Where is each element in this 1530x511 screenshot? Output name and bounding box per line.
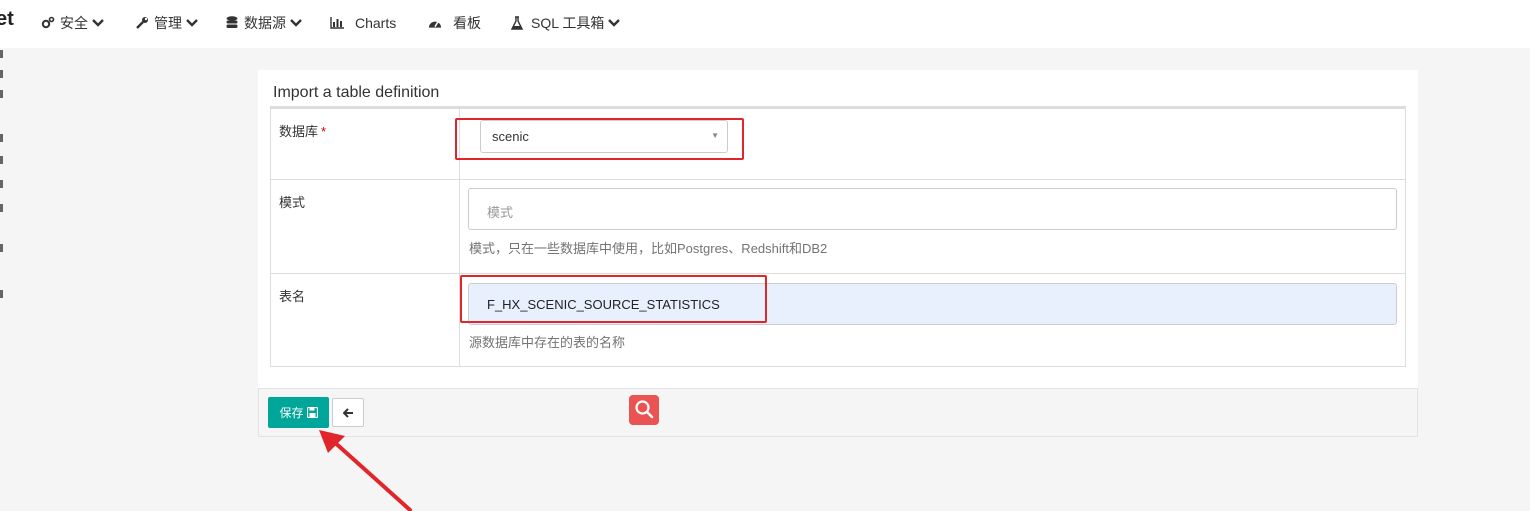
bar-chart-icon <box>330 16 344 30</box>
schema-help-text: 模式，只在一些数据库中使用，比如Postgres、Redshift和DB2 <box>469 241 828 256</box>
database-icon <box>225 16 239 30</box>
dashboard-icon <box>428 16 442 30</box>
table-name-label: 表名 <box>271 274 460 367</box>
form-row-database: 数据库 * scenic ▼ <box>271 109 1405 180</box>
save-button-label: 保存 <box>279 406 304 420</box>
search-floating-button[interactable] <box>629 395 659 425</box>
nav-item-label: SQL 工具箱 <box>531 15 605 31</box>
top-navbar: et 安全 管理 数据源 Charts 看板 SQL 工具箱 <box>0 0 1530 48</box>
nav-item-label: 看板 <box>453 15 481 31</box>
annotation-highlight-database <box>455 118 744 160</box>
nav-item-label: 数据源 <box>244 15 286 31</box>
database-label: 数据库 * <box>271 109 460 179</box>
import-table-panel: Import a table definition 数据库 * scenic ▼ … <box>258 70 1418 388</box>
floppy-disk-icon <box>306 407 318 418</box>
table-name-label-text: 表名 <box>279 289 306 304</box>
schema-label-text: 模式 <box>279 195 306 210</box>
brand-logo-text[interactable]: et <box>0 8 14 31</box>
wrench-icon <box>135 16 149 30</box>
nav-item-datasources[interactable]: 数据源 <box>225 13 302 33</box>
nav-item-label: Charts <box>355 15 397 31</box>
nav-item-manage[interactable]: 管理 <box>135 13 198 33</box>
search-icon <box>634 399 654 422</box>
nav-item-label: 安全 <box>60 15 88 31</box>
table-name-help-text: 源数据库中存在的表的名称 <box>469 335 626 350</box>
nav-item-security[interactable]: 安全 <box>41 13 104 33</box>
annotation-arrow <box>310 420 420 511</box>
chevron-down-icon <box>186 17 198 29</box>
schema-input-placeholder: 模式 <box>487 205 514 220</box>
database-label-text: 数据库 <box>279 124 319 139</box>
nav-item-dashboards[interactable]: 看板 <box>428 13 481 33</box>
form-row-table-name: 表名 F_HX_SCENIC_SOURCE_STATISTICS 源数据库中存在… <box>271 274 1405 367</box>
annotation-highlight-table-name <box>460 275 767 323</box>
chevron-down-icon <box>608 17 621 29</box>
chevron-down-icon <box>92 17 104 29</box>
required-mark: * <box>321 124 327 139</box>
flask-icon <box>510 16 524 30</box>
sidebar-edge-fragment <box>0 48 4 308</box>
nav-item-sql-lab[interactable]: SQL 工具箱 <box>510 13 621 33</box>
panel-title: Import a table definition <box>273 84 440 101</box>
arrow-left-icon <box>342 405 354 421</box>
form-row-schema: 模式 模式 模式，只在一些数据库中使用，比如Postgres、Redshift和… <box>271 180 1405 274</box>
form-footer: 保存 <box>258 388 1418 437</box>
nav-item-charts[interactable]: Charts <box>330 13 396 33</box>
form-table: 数据库 * scenic ▼ 模式 模式 模式，只在一些数据库中使用，比如Post… <box>270 108 1406 367</box>
schema-input[interactable]: 模式 <box>468 188 1397 230</box>
cogs-icon <box>41 16 55 30</box>
schema-label: 模式 <box>271 180 460 273</box>
nav-item-label: 管理 <box>154 15 182 31</box>
chevron-down-icon <box>290 17 302 29</box>
